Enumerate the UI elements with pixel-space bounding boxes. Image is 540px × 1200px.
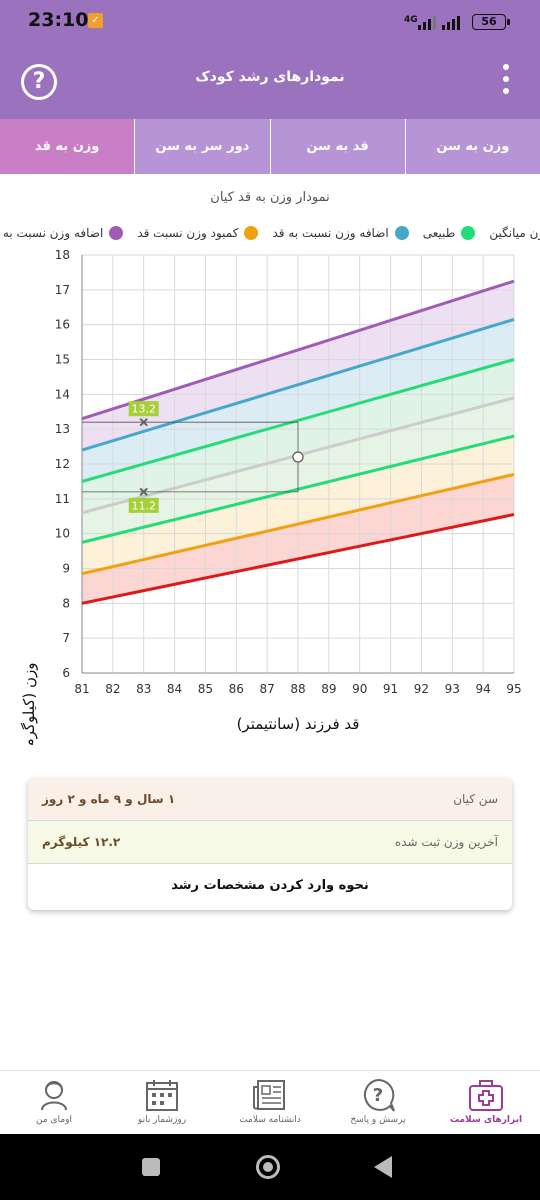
legend-item: کمبود وزن نسبت قد xyxy=(137,226,259,240)
nav-item-qa[interactable]: ? پرسش و پاسخ xyxy=(324,1071,432,1134)
legend-item: طبیعی xyxy=(423,226,476,240)
y-tick-label: 11 xyxy=(55,492,70,506)
back-button[interactable] xyxy=(374,1156,392,1178)
status-bar: 23:10 ✓ 4G 56 xyxy=(0,0,540,42)
y-tick-label: 12 xyxy=(55,457,70,471)
svg-text:?: ? xyxy=(373,1085,383,1106)
nav-label: پرسش و پاسخ xyxy=(350,1115,406,1125)
tab-height-for-age[interactable]: قد به سن xyxy=(271,119,406,174)
growth-chart: 13.211.2 81 82 83 84 85 86 87 88 89 90 91 92 93 94 956… xyxy=(20,248,522,745)
weight-label: آخرین وزن ثبت شده xyxy=(394,835,498,849)
calendar-icon xyxy=(146,1080,178,1111)
y-tick-label: 16 xyxy=(55,318,70,332)
legend-dot-icon xyxy=(461,226,476,240)
legend-label: اضافه وزن نسبت به قد xyxy=(272,226,389,240)
weight-row: آخرین وزن ثبت شده ۱۲.۲ کیلوگرم xyxy=(28,821,512,864)
chart-title: نمودار وزن به قد کیان xyxy=(210,190,330,205)
profile-icon xyxy=(41,1081,67,1111)
x-tick-label: 83 xyxy=(136,682,151,696)
x-tick-label: 85 xyxy=(198,682,213,696)
nav-label: اومای من xyxy=(36,1115,72,1125)
legend-label: طبیعی xyxy=(422,226,456,240)
x-tick-label: 94 xyxy=(476,682,491,696)
legend-dot-icon xyxy=(244,226,259,240)
legend-label: وزن میانگین xyxy=(489,226,540,240)
age-row: سن کیان ۱ سال و ۹ ماه و ۲ روز xyxy=(28,778,512,821)
network-type: 4G xyxy=(404,15,418,25)
y-tick-label: 18 xyxy=(55,248,70,262)
x-tick-label: 89 xyxy=(321,682,336,696)
y-tick-label: 8 xyxy=(62,596,70,610)
nav-item-encyclopedia[interactable]: دانشنامه سلامت xyxy=(216,1071,324,1134)
nav-label: ابزارهای سلامت xyxy=(449,1115,523,1125)
legend-label: کمبود وزن نسبت قد xyxy=(137,226,239,240)
medical-kit-icon xyxy=(469,1080,503,1111)
signal-icon-2 xyxy=(442,14,472,30)
weight-value: ۱۲.۲ کیلوگرم xyxy=(42,835,121,849)
y-axis-label: وزن (کیلوگرم) xyxy=(20,662,38,745)
legend-dot-icon xyxy=(109,226,124,240)
system-navigation-bar xyxy=(0,1134,540,1200)
x-tick-label: 88 xyxy=(290,682,305,696)
tab-head-for-age[interactable]: دور سر به سن xyxy=(135,119,271,174)
page-title: نمودارهای رشد کودک xyxy=(195,69,345,85)
y-tick-label: 9 xyxy=(62,562,70,576)
chart-tabs: وزن به قد دور سر به سن قد به سن وزن به س… xyxy=(0,119,540,174)
notification-icon: ✓ xyxy=(88,13,103,28)
y-tick-label: 6 xyxy=(62,666,70,680)
battery-level: 56 xyxy=(481,15,497,28)
marker-label: 13.2 xyxy=(131,403,156,416)
battery-icon: 56 xyxy=(472,14,506,30)
x-tick-label: 90 xyxy=(352,682,367,696)
recents-button[interactable] xyxy=(142,1158,160,1176)
data-point xyxy=(292,451,304,463)
tab-weight-for-age[interactable]: وزن به سن xyxy=(406,119,540,174)
legend-item: وزن میانگین xyxy=(489,226,540,240)
legend-item: اضافه وزن نسبت به قد xyxy=(0,226,124,240)
age-label: سن کیان xyxy=(453,792,498,806)
legend-item: اضافه وزن نسبت به قد xyxy=(272,226,409,240)
y-tick-label: 10 xyxy=(55,527,70,541)
home-button[interactable] xyxy=(256,1155,280,1179)
y-tick-label: 14 xyxy=(55,387,70,401)
status-time: 23:10 xyxy=(28,9,89,31)
overflow-menu-icon[interactable] xyxy=(500,64,512,98)
y-tick-label: 15 xyxy=(55,353,70,367)
nav-label: روزشمار بانو xyxy=(137,1115,187,1125)
battery-tip xyxy=(507,19,510,25)
x-tick-label: 91 xyxy=(383,682,398,696)
y-tick-label: 7 xyxy=(62,631,70,645)
x-tick-label: 82 xyxy=(105,682,120,696)
tab-weight-for-height[interactable]: وزن به قد xyxy=(0,119,136,174)
nav-item-health-tools[interactable]: ابزارهای سلامت xyxy=(432,1071,540,1134)
x-tick-label: 87 xyxy=(260,682,275,696)
bottom-nav: اومای من روزشمار بانو دانشنامه سلامت ? پ… xyxy=(0,1070,540,1134)
nav-label: دانشنامه سلامت xyxy=(239,1115,301,1125)
newspaper-icon xyxy=(253,1080,285,1110)
nav-item-my-profile[interactable]: اومای من xyxy=(0,1071,108,1134)
x-tick-label: 95 xyxy=(506,682,521,696)
marker-label: 11.2 xyxy=(131,499,156,512)
growth-entry-help-link[interactable]: نحوه وارد کردن مشخصات رشد xyxy=(28,864,512,910)
x-tick-label: 81 xyxy=(74,682,89,696)
x-tick-label: 92 xyxy=(414,682,429,696)
age-value: ۱ سال و ۹ ماه و ۲ روز xyxy=(42,792,176,806)
y-tick-label: 13 xyxy=(55,422,70,436)
x-tick-label: 93 xyxy=(445,682,460,696)
question-bubble-icon: ? xyxy=(363,1078,395,1112)
info-card: سن کیان ۱ سال و ۹ ماه و ۲ روز آخرین وزن … xyxy=(28,778,512,910)
y-tick-label: 17 xyxy=(55,283,70,297)
x-tick-label: 84 xyxy=(167,682,182,696)
legend-dot-icon xyxy=(394,226,409,240)
x-axis-label: قد فرزند (سانتیمتر) xyxy=(237,715,360,733)
nav-item-calendar[interactable]: روزشمار بانو xyxy=(108,1071,216,1134)
x-tick-label: 86 xyxy=(229,682,244,696)
app-bar: ? نمودارهای رشد کودک xyxy=(0,42,540,119)
legend-label: اضافه وزن نسبت به قد xyxy=(0,226,104,240)
